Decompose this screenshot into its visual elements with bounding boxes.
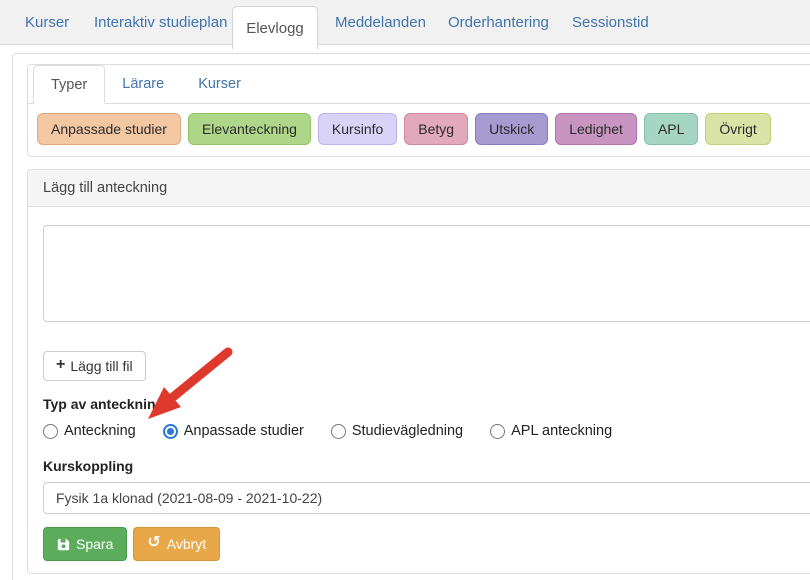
tab-orderhantering[interactable]: Orderhantering bbox=[448, 0, 549, 45]
badge-betyg[interactable]: Betyg bbox=[404, 113, 468, 145]
add-file-button[interactable]: + Lägg till fil bbox=[43, 351, 146, 381]
note-textarea[interactable] bbox=[43, 225, 810, 322]
course-link-label: Kurskoppling bbox=[43, 458, 810, 474]
kurskoppling-select[interactable]: Fysik 1a klonad (2021-08-09 - 2021-10-22… bbox=[43, 482, 810, 514]
subtab-kurser[interactable]: Kurser bbox=[181, 65, 258, 103]
sub-tab-bar: Typer Lärare Kurser bbox=[28, 65, 810, 104]
note-type-radio-group: Anteckning Anpassade studier Studievägle… bbox=[43, 423, 810, 439]
save-floppy-icon bbox=[57, 538, 70, 551]
save-label: Spara bbox=[76, 536, 113, 552]
radio-circle[interactable] bbox=[43, 424, 58, 439]
elevlogg-tab-content: Typer Lärare Kurser Anpassade studier El… bbox=[12, 53, 810, 580]
types-panel: Typer Lärare Kurser Anpassade studier El… bbox=[27, 64, 810, 157]
action-buttons: Spara ↺ Avbryt bbox=[43, 527, 810, 561]
tab-elevlogg[interactable]: Elevlogg bbox=[232, 6, 318, 49]
panel-title: Lägg till anteckning bbox=[28, 170, 810, 207]
save-button[interactable]: Spara bbox=[43, 527, 127, 561]
badge-kursinfo[interactable]: Kursinfo bbox=[318, 113, 397, 145]
badge-ledighet[interactable]: Ledighet bbox=[555, 113, 637, 145]
cancel-button[interactable]: ↺ Avbryt bbox=[133, 527, 220, 561]
plus-icon: + bbox=[56, 357, 65, 373]
radio-circle[interactable] bbox=[490, 424, 505, 439]
add-note-panel: Lägg till anteckning + Lägg till fil Typ… bbox=[27, 169, 810, 574]
tab-kurser[interactable]: Kurser bbox=[25, 0, 69, 45]
main-tab-bar: Kurser Interaktiv studieplan Elevlogg Me… bbox=[0, 0, 810, 45]
tab-sessionstid[interactable]: Sessionstid bbox=[572, 0, 649, 45]
badge-elevanteckning[interactable]: Elevanteckning bbox=[188, 113, 311, 145]
panel-body: + Lägg till fil Typ av anteckning Anteck… bbox=[28, 207, 810, 573]
add-file-label: Lägg till fil bbox=[70, 358, 132, 374]
subtab-typer[interactable]: Typer bbox=[33, 65, 105, 104]
radio-anteckning[interactable]: Anteckning bbox=[43, 423, 136, 439]
radio-studievagledning[interactable]: Studievägledning bbox=[331, 423, 463, 439]
badge-ovrigt[interactable]: Övrigt bbox=[705, 113, 770, 145]
note-type-badge-row: Anpassade studier Elevanteckning Kursinf… bbox=[28, 104, 810, 156]
radio-circle-checked[interactable] bbox=[163, 424, 178, 439]
page: Kurser Interaktiv studieplan Elevlogg Me… bbox=[0, 0, 810, 580]
note-type-label: Typ av anteckning bbox=[43, 396, 810, 412]
tab-meddelanden[interactable]: Meddelanden bbox=[335, 0, 426, 45]
radio-anpassade-studier[interactable]: Anpassade studier bbox=[163, 423, 304, 439]
badge-utskick[interactable]: Utskick bbox=[475, 113, 548, 145]
subtab-larare[interactable]: Lärare bbox=[105, 65, 181, 103]
cancel-label: Avbryt bbox=[167, 536, 206, 552]
badge-anpassade-studier[interactable]: Anpassade studier bbox=[37, 113, 181, 145]
radio-circle[interactable] bbox=[331, 424, 346, 439]
undo-icon: ↺ bbox=[147, 535, 160, 551]
radio-apl-anteckning[interactable]: APL anteckning bbox=[490, 423, 612, 439]
badge-apl[interactable]: APL bbox=[644, 113, 698, 145]
tab-interaktiv-studieplan[interactable]: Interaktiv studieplan bbox=[94, 0, 227, 45]
